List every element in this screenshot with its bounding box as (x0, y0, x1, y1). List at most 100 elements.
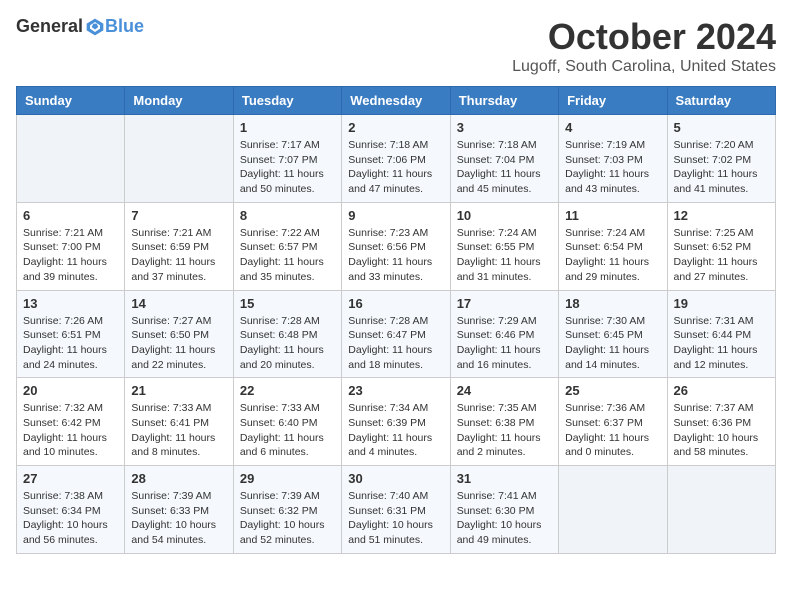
day-info: Sunrise: 7:28 AM Sunset: 6:47 PM Dayligh… (348, 314, 443, 373)
day-number: 12 (674, 208, 769, 223)
calendar-empty-cell (17, 115, 125, 203)
day-info: Sunrise: 7:31 AM Sunset: 6:44 PM Dayligh… (674, 314, 769, 373)
day-number: 30 (348, 471, 443, 486)
day-info: Sunrise: 7:33 AM Sunset: 6:41 PM Dayligh… (131, 401, 226, 460)
weekday-header-thursday: Thursday (450, 87, 558, 115)
day-info: Sunrise: 7:22 AM Sunset: 6:57 PM Dayligh… (240, 226, 335, 285)
weekday-header-friday: Friday (559, 87, 667, 115)
weekday-header-tuesday: Tuesday (233, 87, 341, 115)
day-number: 16 (348, 296, 443, 311)
day-number: 29 (240, 471, 335, 486)
day-number: 25 (565, 383, 660, 398)
calendar-day-cell: 19 Sunrise: 7:31 AM Sunset: 6:44 PM Dayli… (667, 290, 775, 378)
day-number: 8 (240, 208, 335, 223)
day-number: 17 (457, 296, 552, 311)
day-info: Sunrise: 7:41 AM Sunset: 6:30 PM Dayligh… (457, 489, 552, 548)
day-info: Sunrise: 7:21 AM Sunset: 6:59 PM Dayligh… (131, 226, 226, 285)
calendar-day-cell: 17 Sunrise: 7:29 AM Sunset: 6:46 PM Dayli… (450, 290, 558, 378)
day-info: Sunrise: 7:30 AM Sunset: 6:45 PM Dayligh… (565, 314, 660, 373)
calendar-empty-cell (125, 115, 233, 203)
day-number: 2 (348, 120, 443, 135)
calendar-day-cell: 26Sunrise: 7:37 AM Sunset: 6:36 PM Dayli… (667, 378, 775, 466)
weekday-header-wednesday: Wednesday (342, 87, 450, 115)
calendar-day-cell: 6 Sunrise: 7:21 AM Sunset: 7:00 PM Daylig… (17, 202, 125, 290)
day-number: 27 (23, 471, 118, 486)
calendar-day-cell: 13 Sunrise: 7:26 AM Sunset: 6:51 PM Dayli… (17, 290, 125, 378)
day-info: Sunrise: 7:27 AM Sunset: 6:50 PM Dayligh… (131, 314, 226, 373)
calendar-day-cell: 10Sunrise: 7:24 AM Sunset: 6:55 PM Dayli… (450, 202, 558, 290)
calendar-table: SundayMondayTuesdayWednesdayThursdayFrid… (16, 86, 776, 554)
calendar-day-cell: 8 Sunrise: 7:22 AM Sunset: 6:57 PM Daylig… (233, 202, 341, 290)
day-number: 7 (131, 208, 226, 223)
day-info: Sunrise: 7:19 AM Sunset: 7:03 PM Dayligh… (565, 138, 660, 197)
calendar-day-cell: 1 Sunrise: 7:17 AM Sunset: 7:07 PM Daylig… (233, 115, 341, 203)
day-info: Sunrise: 7:39 AM Sunset: 6:33 PM Dayligh… (131, 489, 226, 548)
month-title: October 2024 (512, 16, 776, 58)
day-info: Sunrise: 7:37 AM Sunset: 6:36 PM Dayligh… (674, 401, 769, 460)
day-info: Sunrise: 7:25 AM Sunset: 6:52 PM Dayligh… (674, 226, 769, 285)
day-number: 18 (565, 296, 660, 311)
day-info: Sunrise: 7:24 AM Sunset: 6:55 PM Dayligh… (457, 226, 552, 285)
calendar-day-cell: 7 Sunrise: 7:21 AM Sunset: 6:59 PM Daylig… (125, 202, 233, 290)
day-number: 4 (565, 120, 660, 135)
day-number: 24 (457, 383, 552, 398)
calendar-week-row: 27Sunrise: 7:38 AM Sunset: 6:34 PM Dayli… (17, 466, 776, 554)
day-info: Sunrise: 7:32 AM Sunset: 6:42 PM Dayligh… (23, 401, 118, 460)
calendar-week-row: 13 Sunrise: 7:26 AM Sunset: 6:51 PM Dayli… (17, 290, 776, 378)
day-info: Sunrise: 7:39 AM Sunset: 6:32 PM Dayligh… (240, 489, 335, 548)
day-info: Sunrise: 7:35 AM Sunset: 6:38 PM Dayligh… (457, 401, 552, 460)
day-number: 3 (457, 120, 552, 135)
calendar-day-cell: 27Sunrise: 7:38 AM Sunset: 6:34 PM Dayli… (17, 466, 125, 554)
day-info: Sunrise: 7:36 AM Sunset: 6:37 PM Dayligh… (565, 401, 660, 460)
day-number: 1 (240, 120, 335, 135)
day-info: Sunrise: 7:18 AM Sunset: 7:04 PM Dayligh… (457, 138, 552, 197)
page-header: General Blue October 2024 Lugoff, South … (16, 16, 776, 76)
calendar-day-cell: 16 Sunrise: 7:28 AM Sunset: 6:47 PM Dayli… (342, 290, 450, 378)
calendar-day-cell: 9 Sunrise: 7:23 AM Sunset: 6:56 PM Daylig… (342, 202, 450, 290)
calendar-day-cell: 5Sunrise: 7:20 AM Sunset: 7:02 PM Daylig… (667, 115, 775, 203)
calendar-week-row: 1 Sunrise: 7:17 AM Sunset: 7:07 PM Daylig… (17, 115, 776, 203)
calendar-day-cell: 11 Sunrise: 7:24 AM Sunset: 6:54 PM Dayli… (559, 202, 667, 290)
day-info: Sunrise: 7:29 AM Sunset: 6:46 PM Dayligh… (457, 314, 552, 373)
weekday-header-saturday: Saturday (667, 87, 775, 115)
logo-icon (85, 17, 105, 37)
day-number: 20 (23, 383, 118, 398)
calendar-day-cell: 15Sunrise: 7:28 AM Sunset: 6:48 PM Dayli… (233, 290, 341, 378)
day-number: 5 (674, 120, 769, 135)
calendar-week-row: 6 Sunrise: 7:21 AM Sunset: 7:00 PM Daylig… (17, 202, 776, 290)
day-info: Sunrise: 7:21 AM Sunset: 7:00 PM Dayligh… (23, 226, 118, 285)
calendar-day-cell: 18 Sunrise: 7:30 AM Sunset: 6:45 PM Dayli… (559, 290, 667, 378)
calendar-day-cell: 31 Sunrise: 7:41 AM Sunset: 6:30 PM Dayli… (450, 466, 558, 554)
day-number: 21 (131, 383, 226, 398)
calendar-day-cell: 20 Sunrise: 7:32 AM Sunset: 6:42 PM Dayli… (17, 378, 125, 466)
day-info: Sunrise: 7:28 AM Sunset: 6:48 PM Dayligh… (240, 314, 335, 373)
day-number: 28 (131, 471, 226, 486)
day-number: 9 (348, 208, 443, 223)
calendar-day-cell: 4 Sunrise: 7:19 AM Sunset: 7:03 PM Daylig… (559, 115, 667, 203)
weekday-header-sunday: Sunday (17, 87, 125, 115)
location: Lugoff, South Carolina, United States (512, 58, 776, 76)
calendar-empty-cell (559, 466, 667, 554)
calendar-day-cell: 12 Sunrise: 7:25 AM Sunset: 6:52 PM Dayli… (667, 202, 775, 290)
logo-general-text: General (16, 16, 83, 37)
calendar-day-cell: 30 Sunrise: 7:40 AM Sunset: 6:31 PM Dayli… (342, 466, 450, 554)
day-number: 31 (457, 471, 552, 486)
calendar-day-cell: 23Sunrise: 7:34 AM Sunset: 6:39 PM Dayli… (342, 378, 450, 466)
weekday-header-monday: Monday (125, 87, 233, 115)
day-number: 19 (674, 296, 769, 311)
day-number: 13 (23, 296, 118, 311)
day-info: Sunrise: 7:24 AM Sunset: 6:54 PM Dayligh… (565, 226, 660, 285)
day-number: 6 (23, 208, 118, 223)
day-info: Sunrise: 7:17 AM Sunset: 7:07 PM Dayligh… (240, 138, 335, 197)
calendar-day-cell: 3 Sunrise: 7:18 AM Sunset: 7:04 PM Daylig… (450, 115, 558, 203)
weekday-header-row: SundayMondayTuesdayWednesdayThursdayFrid… (17, 87, 776, 115)
calendar-day-cell: 14Sunrise: 7:27 AM Sunset: 6:50 PM Dayli… (125, 290, 233, 378)
day-info: Sunrise: 7:40 AM Sunset: 6:31 PM Dayligh… (348, 489, 443, 548)
day-info: Sunrise: 7:26 AM Sunset: 6:51 PM Dayligh… (23, 314, 118, 373)
day-info: Sunrise: 7:23 AM Sunset: 6:56 PM Dayligh… (348, 226, 443, 285)
calendar-day-cell: 24 Sunrise: 7:35 AM Sunset: 6:38 PM Dayli… (450, 378, 558, 466)
calendar-day-cell: 28 Sunrise: 7:39 AM Sunset: 6:33 PM Dayli… (125, 466, 233, 554)
day-number: 11 (565, 208, 660, 223)
day-number: 22 (240, 383, 335, 398)
day-number: 23 (348, 383, 443, 398)
